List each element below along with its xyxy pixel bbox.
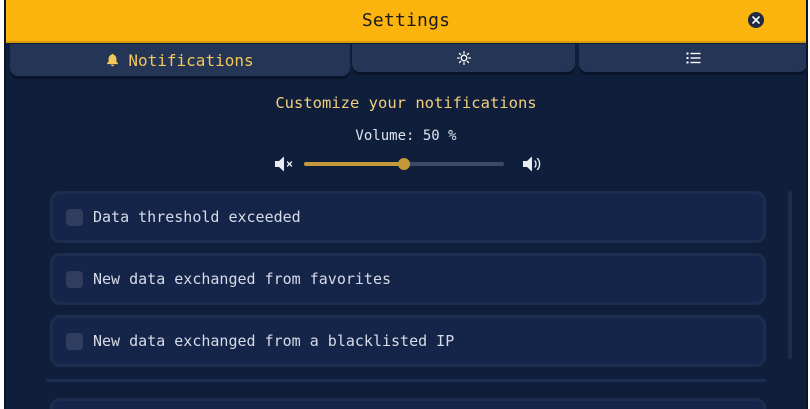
notification-options-list: Data threshold exceeded New data exchang… bbox=[50, 191, 766, 377]
list-item[interactable]: New data exchanged from a blacklisted IP bbox=[50, 315, 766, 367]
tab-list[interactable] bbox=[579, 44, 806, 72]
list-item[interactable]: New data exchanged from favorites bbox=[50, 253, 766, 305]
volume-slider-fill bbox=[304, 162, 404, 166]
volume-slider-thumb[interactable] bbox=[398, 158, 410, 170]
volume-slider[interactable] bbox=[304, 158, 504, 170]
checkbox[interactable] bbox=[66, 208, 83, 226]
option-label: Data threshold exceeded bbox=[93, 208, 301, 226]
checkbox[interactable] bbox=[66, 332, 83, 350]
list-item[interactable] bbox=[50, 398, 766, 409]
bell-icon bbox=[106, 53, 119, 67]
tab-appearance[interactable] bbox=[352, 44, 575, 72]
option-label: New data exchanged from a blacklisted IP bbox=[93, 332, 455, 350]
notifications-heading: Customize your notifications bbox=[275, 94, 537, 112]
close-button[interactable] bbox=[748, 12, 764, 28]
checkbox[interactable] bbox=[66, 270, 83, 288]
option-label: New data exchanged from favorites bbox=[93, 270, 392, 288]
volume-label: Volume: 50 % bbox=[355, 128, 457, 144]
mute-icon[interactable] bbox=[274, 154, 296, 178]
tab-notifications-label: Notifications bbox=[128, 50, 254, 70]
list-item[interactable]: Data threshold exceeded bbox=[50, 191, 766, 243]
sun-icon bbox=[456, 51, 471, 65]
close-icon bbox=[752, 16, 760, 24]
settings-window: Settings Notifications Customize your no… bbox=[4, 0, 808, 409]
window-title: Settings bbox=[361, 10, 451, 31]
volume-up-icon[interactable] bbox=[522, 154, 544, 178]
tab-notifications[interactable]: Notifications bbox=[10, 44, 350, 76]
title-bar: Settings bbox=[6, 0, 806, 43]
scrollbar[interactable] bbox=[788, 191, 792, 359]
divider bbox=[46, 379, 766, 382]
list-icon bbox=[686, 52, 701, 64]
volume-control bbox=[274, 152, 542, 176]
tab-bar: Notifications bbox=[6, 44, 806, 78]
